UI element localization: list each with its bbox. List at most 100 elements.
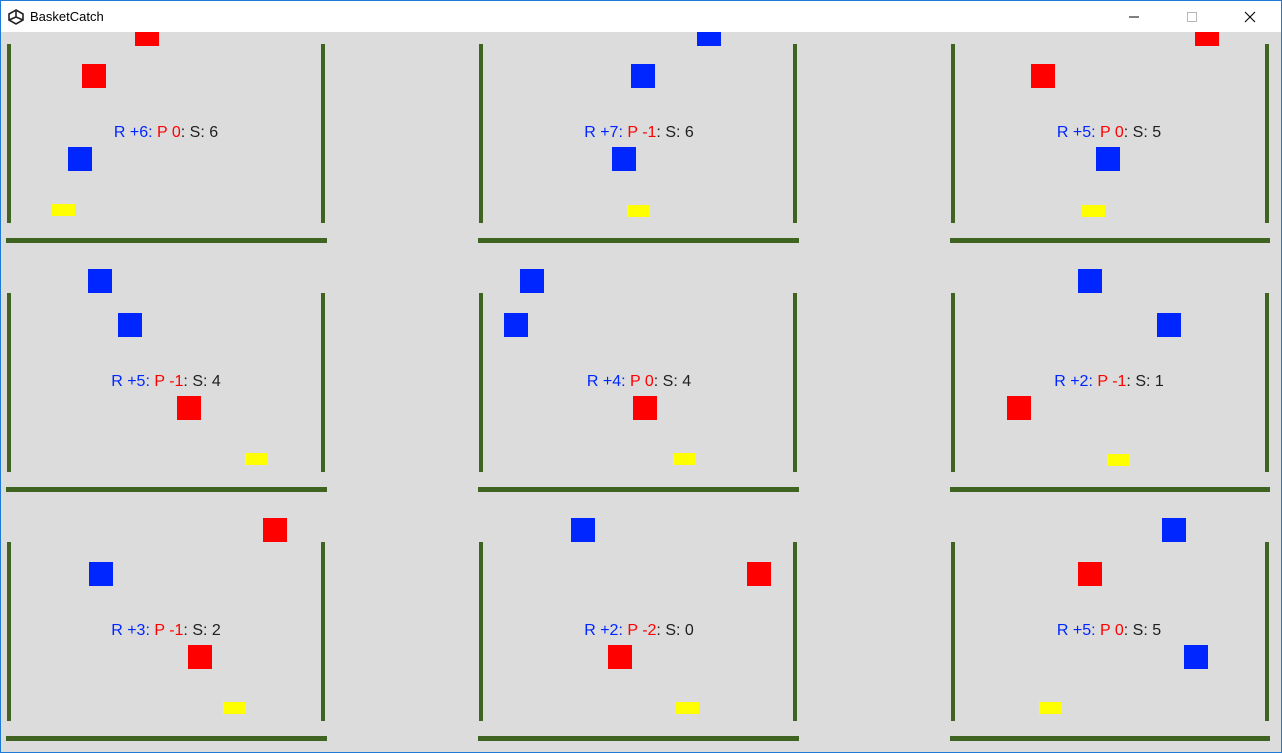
reward-count: R +5 xyxy=(1056,622,1092,639)
reward-box xyxy=(571,518,595,542)
basket xyxy=(1107,454,1130,466)
reward-count: R +2 xyxy=(1054,373,1089,390)
penalty-count: P 0 xyxy=(157,124,181,141)
penalty-box xyxy=(1007,396,1031,420)
arena-left-wall xyxy=(951,293,955,472)
reward-box xyxy=(68,147,92,171)
score-readout: R +7: P -1: S: 6 xyxy=(584,124,694,141)
reward-box xyxy=(1162,518,1186,542)
penalty-count: P -1 xyxy=(154,373,184,390)
score-readout: R +5: P 0: S: 5 xyxy=(1056,622,1162,639)
arena-right-wall xyxy=(1265,542,1269,721)
score-readout: R +3: P -1: S: 2 xyxy=(111,622,221,639)
reward-count: R +5 xyxy=(1056,124,1092,141)
penalty-count: P 0 xyxy=(1100,622,1124,639)
arena-floor xyxy=(6,487,327,492)
reward-box xyxy=(118,313,142,337)
arena-left-wall xyxy=(951,542,955,721)
maximize-icon xyxy=(1187,11,1197,22)
score-readout: R +5: P 0: S: 5 xyxy=(1056,124,1162,141)
arena-right-wall xyxy=(321,293,325,472)
reward-box xyxy=(1157,313,1181,337)
arena-left-wall xyxy=(951,44,955,223)
basket xyxy=(1039,702,1062,714)
reward-count: R +2 xyxy=(584,622,619,639)
reward-box xyxy=(520,269,544,293)
penalty-box xyxy=(135,32,159,46)
score-value: S: 4 xyxy=(192,373,221,390)
score-readout: R +4: P 0: S: 4 xyxy=(586,373,692,390)
reward-count: R +3 xyxy=(111,622,146,639)
basket xyxy=(673,453,696,465)
reward-count: R +4 xyxy=(586,373,622,390)
arena-left-wall xyxy=(479,293,483,472)
basket xyxy=(627,205,650,217)
reward-count: R +6 xyxy=(113,124,149,141)
basket xyxy=(52,204,75,216)
penalty-box xyxy=(1031,64,1055,88)
unity-logo-icon xyxy=(8,9,24,25)
arena-left-wall xyxy=(7,44,11,223)
score-value: S: 2 xyxy=(192,622,221,639)
arena-floor xyxy=(478,736,799,741)
basket xyxy=(245,453,268,465)
penalty-count: P -1 xyxy=(154,622,184,639)
arena-right-wall xyxy=(793,542,797,721)
game-window: BasketCatch R +6: P 0: S: 6 R +7: P -1: … xyxy=(0,0,1282,753)
score-readout: R +2: P -1: S: 1 xyxy=(1054,373,1164,390)
arena-left-wall xyxy=(479,44,483,223)
score-value: S: 6 xyxy=(189,124,219,141)
penalty-count: P 0 xyxy=(630,373,654,390)
close-button[interactable] xyxy=(1227,1,1273,32)
window-title: BasketCatch xyxy=(30,9,104,24)
reward-count: R +7 xyxy=(584,124,619,141)
score-readout: R +5: P -1: S: 4 xyxy=(111,373,221,390)
basket xyxy=(1082,205,1105,217)
reward-box xyxy=(631,64,655,88)
arena-floor xyxy=(950,238,1270,243)
minimize-button[interactable] xyxy=(1111,1,1157,32)
reward-box xyxy=(88,269,112,293)
arena-right-wall xyxy=(793,293,797,472)
penalty-box xyxy=(1195,32,1219,46)
reward-box xyxy=(1184,645,1208,669)
score-readout: R +2: P -2: S: 0 xyxy=(584,622,694,639)
score-value: S: 5 xyxy=(1132,124,1162,141)
score-value: S: 4 xyxy=(662,373,692,390)
basket xyxy=(223,702,246,714)
penalty-box xyxy=(1078,562,1102,586)
reward-box xyxy=(89,562,113,586)
arena-right-wall xyxy=(1265,293,1269,472)
maximize-button[interactable] xyxy=(1169,1,1215,32)
penalty-box xyxy=(263,518,287,542)
reward-box xyxy=(1096,147,1120,171)
arena-right-wall xyxy=(321,44,325,223)
penalty-box xyxy=(608,645,632,669)
reward-count: R +5 xyxy=(111,373,146,390)
title-bar[interactable]: BasketCatch xyxy=(1,1,1281,32)
penalty-box xyxy=(177,396,201,420)
arena-right-wall xyxy=(1265,44,1269,223)
close-icon xyxy=(1244,11,1256,22)
arena-left-wall xyxy=(479,542,483,721)
arena-right-wall xyxy=(793,44,797,223)
reward-box xyxy=(612,147,636,171)
reward-box xyxy=(1078,269,1102,293)
score-value: S: 5 xyxy=(1132,622,1162,639)
arena-floor xyxy=(6,238,327,243)
penalty-count: P -1 xyxy=(627,124,657,141)
score-readout: R +6: P 0: S: 6 xyxy=(113,124,219,141)
penalty-count: P -2 xyxy=(627,622,657,639)
game-view: R +6: P 0: S: 6 R +7: P -1: S: 6 R +5: P… xyxy=(1,32,1281,752)
reward-box xyxy=(697,32,721,46)
score-value: S: 0 xyxy=(665,622,694,639)
reward-box xyxy=(504,313,528,337)
arena-floor xyxy=(950,487,1270,492)
penalty-count: P 0 xyxy=(1100,124,1124,141)
minimize-icon xyxy=(1129,16,1139,17)
arena-floor xyxy=(6,736,327,741)
arena-floor xyxy=(478,238,799,243)
penalty-count: P -1 xyxy=(1097,373,1127,390)
arena-left-wall xyxy=(7,542,11,721)
basket xyxy=(676,702,699,714)
